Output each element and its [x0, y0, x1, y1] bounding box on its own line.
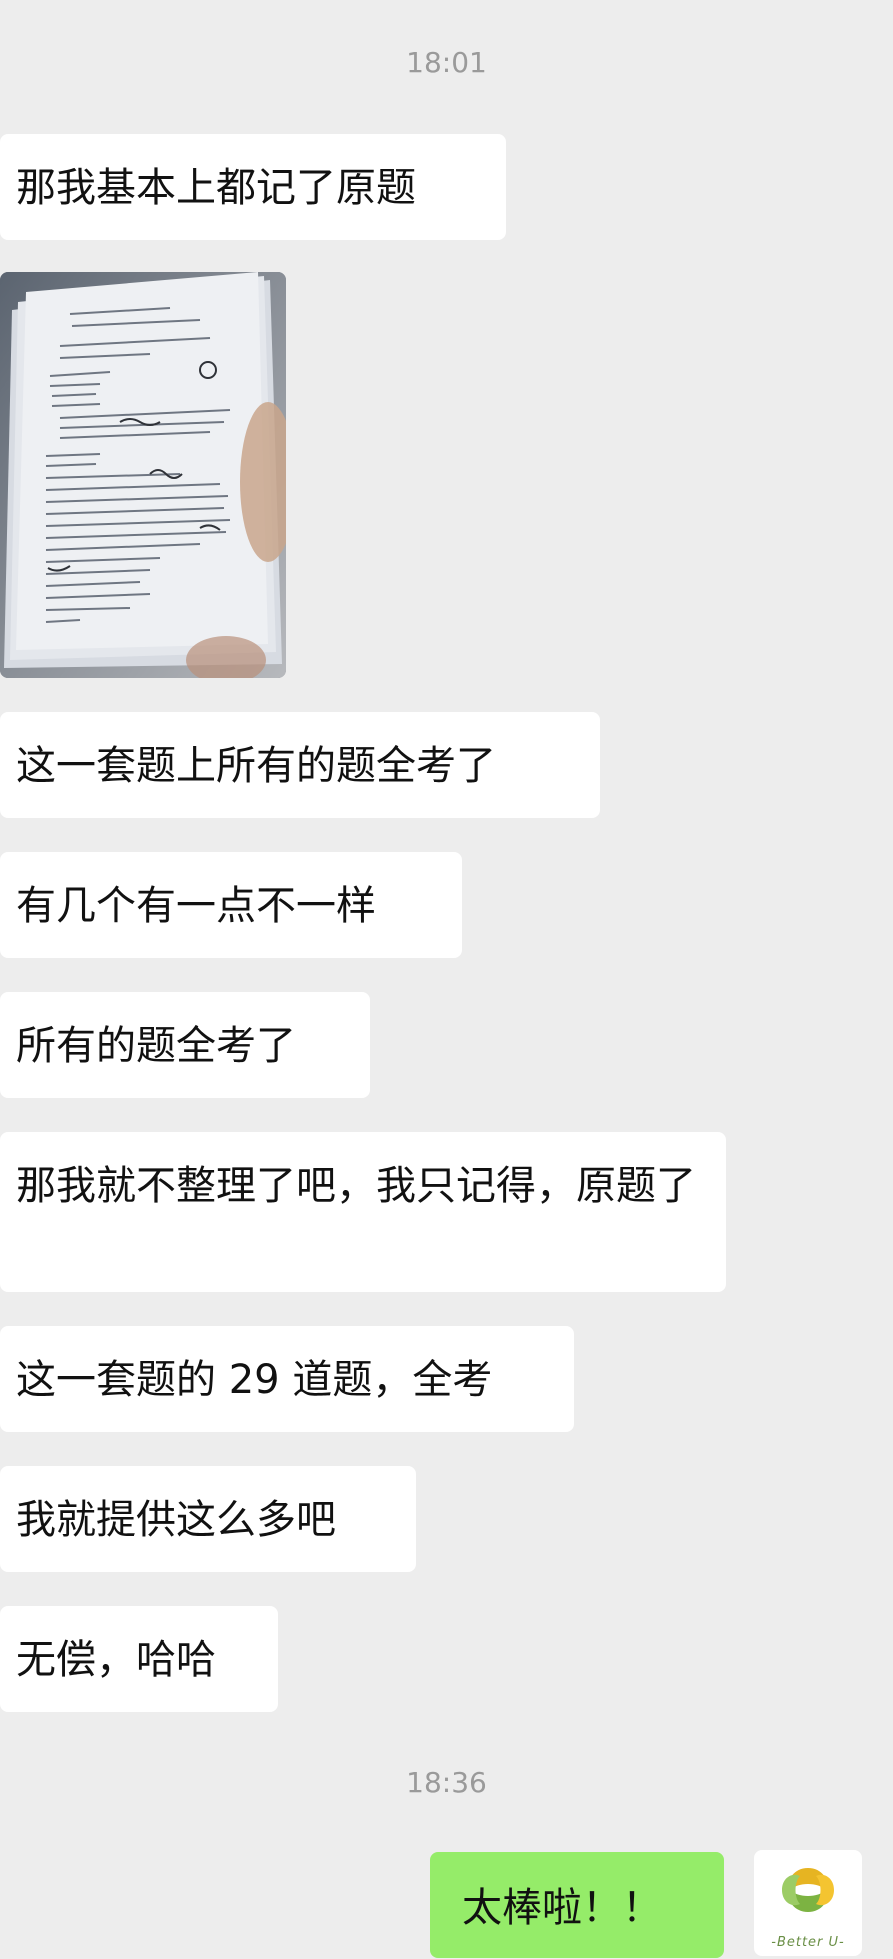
timestamp: 18:01 [406, 46, 487, 79]
message-bubble-incoming[interactable]: 那我基本上都记了原题 [0, 134, 506, 240]
better-u-logo-icon [782, 1868, 834, 1912]
message-bubble-incoming[interactable]: 有几个有一点不一样 [0, 852, 462, 958]
message-bubble-incoming[interactable]: 那我就不整理了吧，我只记得，原题了 [0, 1132, 726, 1292]
exam-paper-photo-icon [0, 272, 286, 678]
message-bubble-incoming[interactable]: 所有的题全考了 [0, 992, 370, 1098]
photo-message[interactable] [0, 272, 286, 678]
message-bubble-outgoing[interactable]: 太棒啦！！ [430, 1852, 724, 1958]
message-bubble-incoming[interactable]: 无偿，哈哈 [0, 1606, 278, 1712]
avatar-caption: -Better U- [771, 1935, 845, 1950]
message-bubble-incoming[interactable]: 我就提供这么多吧 [0, 1466, 416, 1572]
timestamp: 18:36 [406, 1766, 487, 1799]
avatar[interactable]: -Better U- [754, 1850, 862, 1956]
message-bubble-incoming[interactable]: 这一套题的 29 道题，全考 [0, 1326, 574, 1432]
message-bubble-incoming[interactable]: 这一套题上所有的题全考了 [0, 712, 600, 818]
chat-window: 18:01 那我基本上都记了原题 这一套题上所有的题全考了 有几个有一点不一样 … [0, 0, 893, 1959]
